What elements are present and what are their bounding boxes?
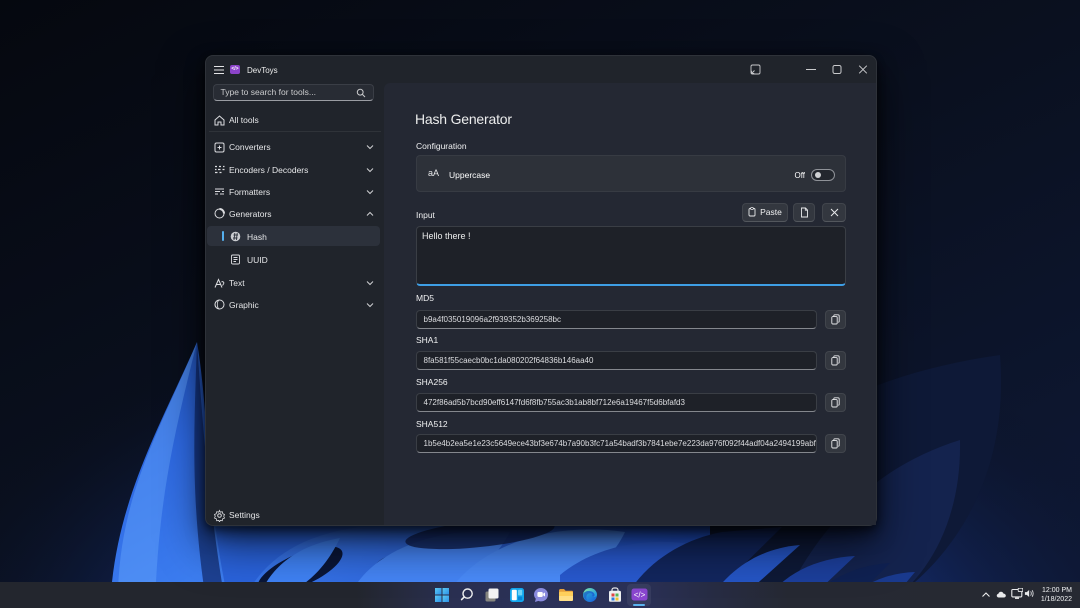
- svg-text:</>: </>: [634, 591, 646, 600]
